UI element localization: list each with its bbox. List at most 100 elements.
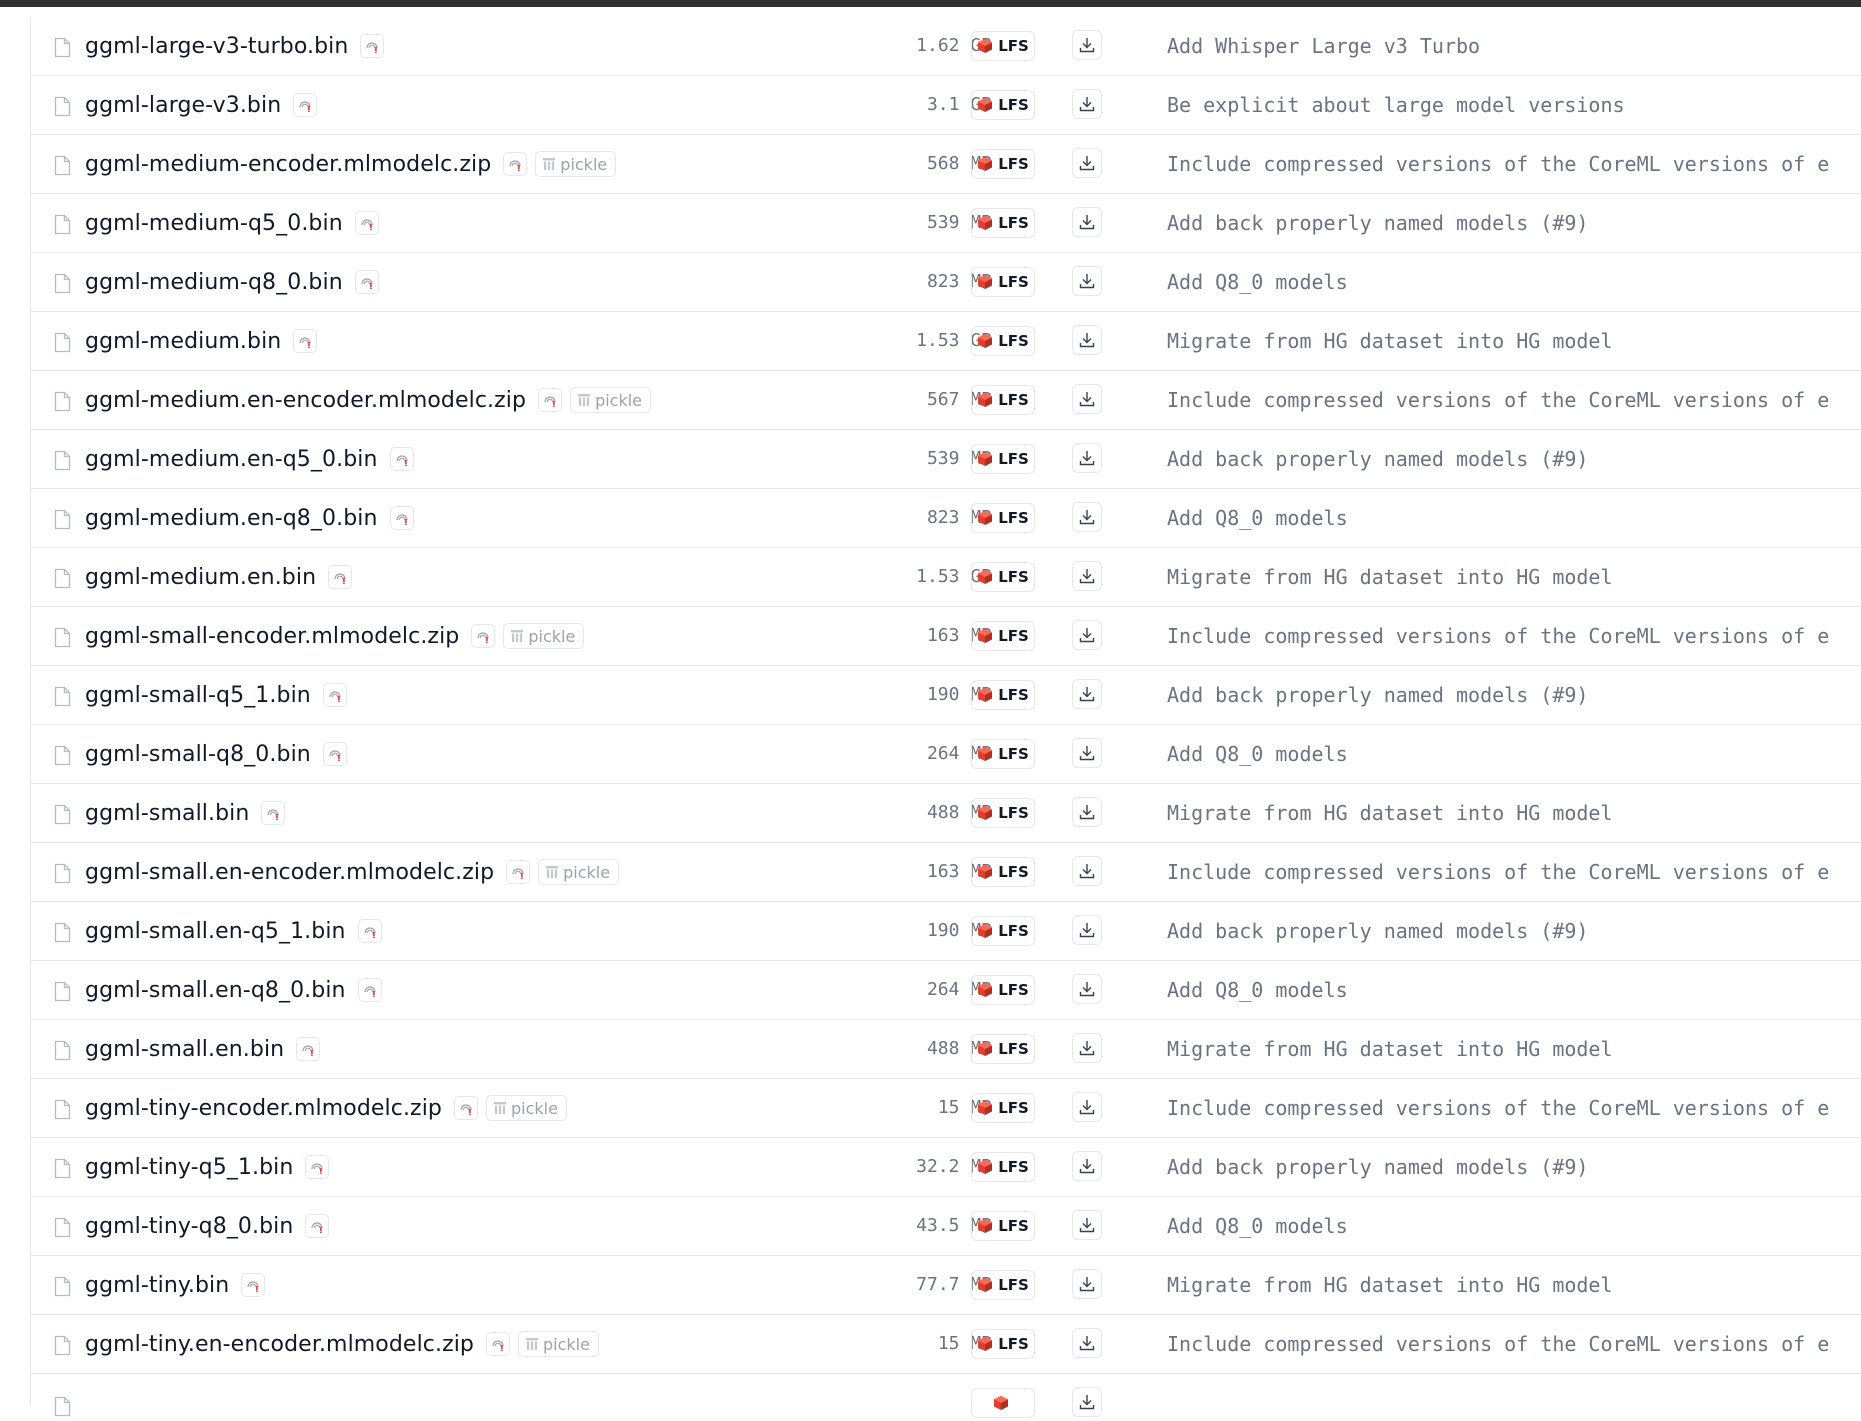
- file-name-link[interactable]: ggml-large-v3-turbo.bin: [85, 34, 348, 59]
- commit-message-link[interactable]: Include compressed versions of the CoreM…: [1167, 1094, 1829, 1122]
- security-scan-icon[interactable]: [389, 506, 414, 530]
- download-button[interactable]: [1072, 738, 1102, 768]
- lfs-badge[interactable]: LFS: [971, 503, 1035, 533]
- security-scan-icon[interactable]: [296, 1037, 321, 1061]
- security-scan-icon[interactable]: [305, 1214, 330, 1238]
- security-scan-icon[interactable]: [389, 447, 414, 471]
- commit-message-link[interactable]: Migrate from HG dataset into HG model: [1167, 327, 1613, 355]
- download-button[interactable]: [1072, 30, 1102, 60]
- file-name-link[interactable]: ggml-small-q5_1.bin: [85, 683, 311, 708]
- file-name-link[interactable]: ggml-small.en.bin: [85, 1037, 284, 1062]
- security-scan-icon[interactable]: [305, 1155, 330, 1179]
- lfs-badge[interactable]: LFS: [971, 1093, 1035, 1123]
- commit-message-link[interactable]: Include compressed versions of the CoreM…: [1167, 386, 1829, 414]
- file-name-link[interactable]: ggml-tiny-encoder.mlmodelc.zip: [85, 1096, 442, 1121]
- security-scan-icon[interactable]: [328, 565, 353, 589]
- commit-message-link[interactable]: Add back properly named models (#9): [1167, 445, 1588, 473]
- commit-message-link[interactable]: Add Q8_0 models: [1167, 268, 1348, 296]
- download-button[interactable]: [1072, 89, 1102, 119]
- download-button[interactable]: [1072, 915, 1102, 945]
- commit-message-link[interactable]: Migrate from HG dataset into HG model: [1167, 1035, 1613, 1063]
- file-name-link[interactable]: ggml-medium-encoder.mlmodelc.zip: [85, 152, 491, 177]
- security-scan-icon[interactable]: [322, 683, 347, 707]
- lfs-badge[interactable]: LFS: [971, 1329, 1035, 1359]
- commit-message-link[interactable]: Add back properly named models (#9): [1167, 681, 1588, 709]
- file-name-link[interactable]: ggml-small.en-encoder.mlmodelc.zip: [85, 860, 494, 885]
- download-button[interactable]: [1072, 1387, 1102, 1417]
- security-scan-icon[interactable]: [360, 34, 385, 58]
- commit-message-link[interactable]: Include compressed versions of the CoreM…: [1167, 622, 1829, 650]
- download-button[interactable]: [1072, 1210, 1102, 1240]
- security-scan-icon[interactable]: [503, 152, 528, 176]
- download-button[interactable]: [1072, 325, 1102, 355]
- lfs-badge[interactable]: LFS: [971, 680, 1035, 710]
- lfs-badge[interactable]: LFS: [971, 31, 1035, 61]
- lfs-badge[interactable]: LFS: [971, 1034, 1035, 1064]
- lfs-badge[interactable]: [971, 1388, 1035, 1418]
- lfs-badge[interactable]: LFS: [971, 798, 1035, 828]
- pickle-badge[interactable]: pickle: [535, 151, 617, 177]
- security-scan-icon[interactable]: [293, 329, 318, 353]
- security-scan-icon[interactable]: [453, 1096, 478, 1120]
- security-scan-icon[interactable]: [506, 860, 531, 884]
- pickle-badge[interactable]: pickle: [503, 623, 585, 649]
- commit-message-link[interactable]: Add Q8_0 models: [1167, 1212, 1348, 1240]
- lfs-badge[interactable]: LFS: [971, 621, 1035, 651]
- commit-message-link[interactable]: Include compressed versions of the CoreM…: [1167, 150, 1829, 178]
- file-name-link[interactable]: ggml-tiny-q8_0.bin: [85, 1214, 293, 1239]
- pickle-badge[interactable]: pickle: [518, 1331, 599, 1357]
- file-name-link[interactable]: ggml-medium.en-q8_0.bin: [85, 506, 378, 531]
- commit-message-link[interactable]: Add back properly named models (#9): [1167, 917, 1588, 945]
- download-button[interactable]: [1072, 384, 1102, 414]
- commit-message-link[interactable]: Add back properly named models (#9): [1167, 209, 1588, 237]
- pickle-badge[interactable]: pickle: [485, 1095, 567, 1121]
- security-scan-icon[interactable]: [354, 211, 379, 235]
- download-button[interactable]: [1072, 148, 1102, 178]
- commit-message-link[interactable]: Add Q8_0 models: [1167, 740, 1348, 768]
- pickle-badge[interactable]: pickle: [570, 387, 652, 413]
- commit-message-link[interactable]: Be explicit about large model versions: [1167, 91, 1625, 119]
- download-button[interactable]: [1072, 679, 1102, 709]
- security-scan-icon[interactable]: [322, 742, 347, 766]
- lfs-badge[interactable]: LFS: [971, 739, 1035, 769]
- lfs-badge[interactable]: LFS: [971, 326, 1035, 356]
- commit-message-link[interactable]: Include compressed versions of the CoreM…: [1167, 1330, 1829, 1358]
- security-scan-icon[interactable]: [357, 919, 382, 943]
- commit-message-link[interactable]: Add Whisper Large v3 Turbo: [1167, 32, 1480, 60]
- lfs-badge[interactable]: LFS: [971, 975, 1035, 1005]
- security-scan-icon[interactable]: [357, 978, 382, 1002]
- file-name-link[interactable]: ggml-medium-q5_0.bin: [85, 211, 343, 236]
- file-name-link[interactable]: ggml-medium.en-encoder.mlmodelc.zip: [85, 388, 526, 413]
- commit-message-link[interactable]: Migrate from HG dataset into HG model: [1167, 1271, 1613, 1299]
- file-name-link[interactable]: ggml-medium.en.bin: [85, 565, 316, 590]
- download-button[interactable]: [1072, 1269, 1102, 1299]
- download-button[interactable]: [1072, 266, 1102, 296]
- commit-message-link[interactable]: Add back properly named models (#9): [1167, 1153, 1588, 1181]
- commit-message-link[interactable]: Include compressed versions of the CoreM…: [1167, 858, 1829, 886]
- download-button[interactable]: [1072, 1328, 1102, 1358]
- commit-message-link[interactable]: Add Q8_0 models: [1167, 976, 1348, 1004]
- lfs-badge[interactable]: LFS: [971, 916, 1035, 946]
- download-button[interactable]: [1072, 1033, 1102, 1063]
- download-button[interactable]: [1072, 207, 1102, 237]
- lfs-badge[interactable]: LFS: [971, 90, 1035, 120]
- file-name-link[interactable]: ggml-medium-q8_0.bin: [85, 270, 343, 295]
- file-name-link[interactable]: ggml-small.en-q8_0.bin: [85, 978, 346, 1003]
- download-button[interactable]: [1072, 502, 1102, 532]
- file-name-link[interactable]: ggml-small.bin: [85, 801, 249, 826]
- lfs-badge[interactable]: LFS: [971, 1211, 1035, 1241]
- download-button[interactable]: [1072, 1151, 1102, 1181]
- download-button[interactable]: [1072, 443, 1102, 473]
- lfs-badge[interactable]: LFS: [971, 857, 1035, 887]
- file-name-link[interactable]: ggml-medium.en-q5_0.bin: [85, 447, 378, 472]
- commit-message-link[interactable]: Migrate from HG dataset into HG model: [1167, 563, 1613, 591]
- security-scan-icon[interactable]: [354, 270, 379, 294]
- lfs-badge[interactable]: LFS: [971, 562, 1035, 592]
- security-scan-icon[interactable]: [261, 801, 286, 825]
- lfs-badge[interactable]: LFS: [971, 267, 1035, 297]
- security-scan-icon[interactable]: [241, 1273, 266, 1297]
- security-scan-icon[interactable]: [486, 1332, 510, 1356]
- download-button[interactable]: [1072, 856, 1102, 886]
- commit-message-link[interactable]: Migrate from HG dataset into HG model: [1167, 799, 1613, 827]
- pickle-badge[interactable]: pickle: [538, 859, 620, 885]
